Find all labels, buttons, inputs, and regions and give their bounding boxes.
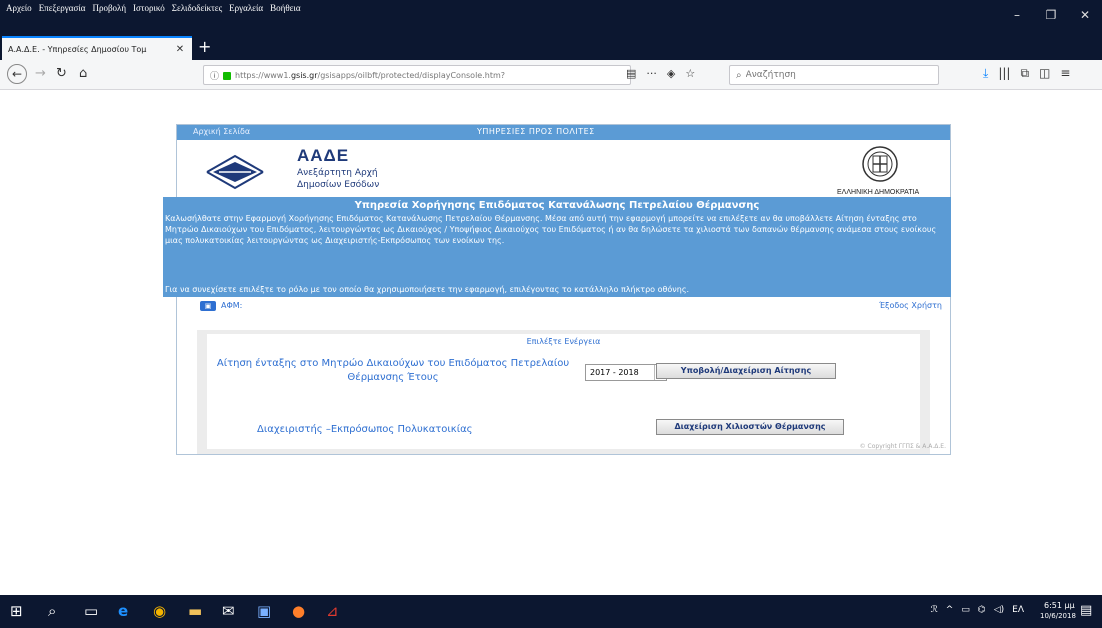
logo-subtitle-2: Δημοσίων Εσόδων xyxy=(297,180,380,190)
aade-logo-icon xyxy=(206,154,264,190)
greek-emblem-icon xyxy=(862,146,898,182)
lock-icon[interactable] xyxy=(223,72,232,80)
intro-box: Υπηρεσία Χορήγησης Επιδόματος Κατανάλωση… xyxy=(163,197,951,297)
year-select[interactable]: 2017 - 2018 ▼ xyxy=(585,364,667,381)
menu-edit[interactable]: Επεξεργασία xyxy=(39,3,86,13)
url-text: https://www1.gsis.gr/gsisapps/oilbft/pro… xyxy=(235,70,506,80)
browser-tab[interactable]: Α.Α.Δ.Ε. - Υπηρεσίες Δημοσίου Τομ ✕ xyxy=(2,36,192,60)
window-controls: – ❐ ✕ xyxy=(1000,0,1102,30)
user-row: ▣ ΑΦΜ: Έξοδος Χρήστη xyxy=(177,297,950,315)
menu-hamburger-icon[interactable]: ≡ xyxy=(1060,66,1070,81)
battery-icon[interactable]: ▭ xyxy=(961,605,970,615)
pocket-icon[interactable]: ◈ xyxy=(667,67,675,80)
year-value: 2017 - 2018 xyxy=(590,368,639,377)
task-view-icon[interactable]: ▭ xyxy=(84,602,98,620)
clock-time[interactable]: 6:51 μμ xyxy=(1044,601,1075,610)
logo-name: ΑΑΔΕ xyxy=(297,146,350,165)
manager-label: Διαχειριστής –Εκπρόσωπος Πολυκατοικίας xyxy=(257,424,473,435)
forward-icon[interactable]: → xyxy=(35,66,46,81)
pdf-reader-icon[interactable]: ⊿ xyxy=(326,602,339,620)
mail-icon[interactable]: ✉ xyxy=(222,602,235,620)
toolbar-icons: ⤓ ||| ⧉ ◫ ≡ xyxy=(983,66,1070,81)
page-actions: ▤ ··· ◈ ☆ xyxy=(626,67,695,80)
home-icon[interactable]: ⌂ xyxy=(79,66,87,81)
file-explorer-icon[interactable]: ▬ xyxy=(188,602,202,620)
windows-start-icon[interactable]: ⊞ xyxy=(10,602,23,620)
user-card-icon: ▣ xyxy=(200,301,216,311)
search-icon: ⌕ xyxy=(736,69,742,81)
page-container: Αρχική Σελίδα ΥΠΗΡΕΣΙΕΣ ΠΡΟΣ ΠΟΛΙΤΕΣ ΑΑΔ… xyxy=(163,124,951,455)
search-bar[interactable]: ⌕ xyxy=(729,65,939,85)
chrome-icon[interactable]: ◉ xyxy=(153,602,166,620)
top-bar: Αρχική Σελίδα ΥΠΗΡΕΣΙΕΣ ΠΡΟΣ ΠΟΛΙΤΕΣ xyxy=(177,125,950,140)
search-input[interactable] xyxy=(745,70,916,80)
language-indicator[interactable]: ΕΛ xyxy=(1012,605,1024,615)
close-tab-icon[interactable]: ✕ xyxy=(174,44,186,55)
app-icon[interactable]: ▣ xyxy=(257,602,271,620)
show-hidden-icon[interactable]: ^ xyxy=(946,605,954,615)
hellenic-republic-label: ΕΛΛΗΝΙΚΗ ΔΗΜΟΚΡΑΤΙΑ xyxy=(837,189,920,196)
maximize-icon[interactable]: ❐ xyxy=(1034,0,1068,30)
reload-icon[interactable]: ↻ xyxy=(56,66,67,81)
extension-icon[interactable]: ⧉ xyxy=(1020,66,1029,81)
action-panel: Επιλέξτε Ενέργεια Αίτηση ένταξης στο Μητ… xyxy=(197,330,930,454)
info-icon[interactable]: ⓘ xyxy=(210,69,219,82)
notifications-icon[interactable]: ▤ xyxy=(1080,603,1092,618)
more-actions-icon[interactable]: ··· xyxy=(646,67,657,80)
manage-thousandths-button[interactable]: Διαχείριση Χιλιοστών Θέρμανσης xyxy=(656,419,844,435)
action-heading: Επιλέξτε Ενέργεια xyxy=(207,334,920,349)
download-icon[interactable]: ⤓ xyxy=(983,66,988,81)
minimize-icon[interactable]: – xyxy=(1000,0,1034,30)
library-icon[interactable]: ||| xyxy=(998,66,1010,81)
menu-history[interactable]: Ιστορικό xyxy=(133,3,165,13)
logo-subtitle-1: Ανεξάρτητη Αρχή xyxy=(297,168,378,178)
navigation-bar: ← → ↻ ⌂ ⓘ https://www1.gsis.gr/gsisapps/… xyxy=(0,60,1102,90)
menu-view[interactable]: Προβολή xyxy=(92,3,126,13)
action-body: Αίτηση ένταξης στο Μητρώο Δικαιούχων του… xyxy=(207,349,920,449)
menu-tools[interactable]: Εργαλεία xyxy=(229,3,263,13)
url-bar[interactable]: ⓘ https://www1.gsis.gr/gsisapps/oilbft/p… xyxy=(203,65,631,85)
service-title: Υπηρεσία Χορήγησης Επιδόματος Κατανάλωση… xyxy=(354,200,760,211)
top-title: ΥΠΗΡΕΣΙΕΣ ΠΡΟΣ ΠΟΛΙΤΕΣ xyxy=(477,127,595,136)
system-tray: ℛ ^ ▭ ⌬ ◁) ΕΛ xyxy=(931,605,1024,615)
close-window-icon[interactable]: ✕ xyxy=(1068,0,1102,30)
taskbar-search-icon[interactable]: ⌕ xyxy=(48,602,56,620)
back-icon[interactable]: ← xyxy=(7,64,27,84)
logout-link[interactable]: Έξοδος Χρήστη xyxy=(879,301,942,310)
menu-bookmarks[interactable]: Σελιδοδείκτες xyxy=(172,3,222,13)
people-icon[interactable]: ℛ xyxy=(931,605,938,615)
menu-file[interactable]: Αρχείο xyxy=(6,3,32,13)
afm-label: ΑΦΜ: xyxy=(221,301,243,310)
menu-help[interactable]: Βοήθεια xyxy=(270,3,300,13)
submit-application-button[interactable]: Υποβολή/Διαχείριση Αίτησης xyxy=(656,363,836,379)
taskbar: ⊞ ⌕ ▭ e ◉ ▬ ✉ ▣ ● ⊿ ℛ ^ ▭ ⌬ ◁) ΕΛ 6:51 μ… xyxy=(0,595,1102,628)
bookmark-star-icon[interactable]: ☆ xyxy=(685,67,695,80)
reader-view-icon[interactable]: ▤ xyxy=(626,67,636,80)
welcome-text: Καλωσήλθατε στην Εφαρμογή Χορήγησης Επιδ… xyxy=(165,214,937,245)
sidebar-icon[interactable]: ◫ xyxy=(1039,66,1050,81)
network-icon[interactable]: ⌬ xyxy=(978,605,986,615)
firefox-icon[interactable]: ● xyxy=(292,602,305,620)
menu-bar: Αρχείο Επεξεργασία Προβολή Ιστορικό Σελι… xyxy=(6,3,301,13)
edge-icon[interactable]: e xyxy=(118,602,128,620)
home-link[interactable]: Αρχική Σελίδα xyxy=(193,127,250,136)
copyright-text: © Copyright ΓΓΠΣ & Α.Α.Δ.Ε. xyxy=(859,443,946,450)
tab-title: Α.Α.Δ.Ε. - Υπηρεσίες Δημοσίου Τομ xyxy=(8,44,147,54)
new-tab-icon[interactable]: + xyxy=(198,36,211,58)
instruction-text: Για να συνεχίσετε επιλέξτε το ρόλο με το… xyxy=(165,285,690,294)
clock-date[interactable]: 10/6/2018 xyxy=(1040,612,1076,620)
application-label: Αίτηση ένταξης στο Μητρώο Δικαιούχων του… xyxy=(216,358,570,383)
volume-icon[interactable]: ◁) xyxy=(994,605,1004,615)
header: ΑΑΔΕ Ανεξάρτητη Αρχή Δημοσίων Εσόδων ΕΛΛ… xyxy=(177,140,950,197)
